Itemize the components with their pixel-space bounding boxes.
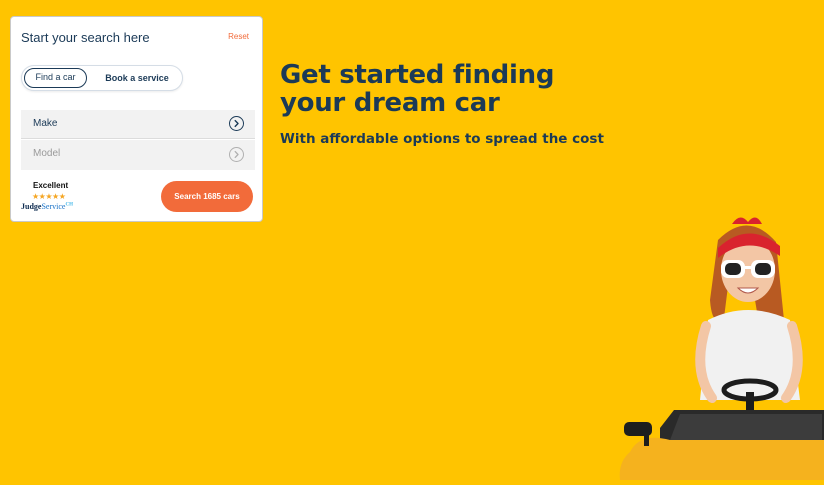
chevron-right-icon bbox=[229, 147, 244, 162]
judgeservice-logo: JudgeServiceCH bbox=[21, 202, 73, 211]
model-label: Model bbox=[33, 148, 61, 159]
hero-subtitle: With affordable options to spread the co… bbox=[280, 131, 604, 147]
girl-in-toy-car-image bbox=[619, 217, 824, 480]
hero-title-line1: Get started finding bbox=[280, 60, 555, 90]
tab-find-a-car[interactable]: Find a car bbox=[24, 68, 87, 88]
brand-part1: Judge bbox=[21, 202, 42, 211]
search-card: Start your search here Reset Find a car … bbox=[10, 16, 263, 222]
hero-title-line2: your dream car bbox=[280, 88, 500, 118]
chevron-right-icon bbox=[229, 116, 244, 131]
rating-word: Excellent bbox=[33, 181, 69, 190]
brand-part2: Service bbox=[41, 202, 66, 211]
reset-link[interactable]: Reset bbox=[228, 32, 249, 41]
search-cars-button[interactable]: Search 1685 cars bbox=[161, 181, 253, 212]
hero-illustration bbox=[600, 200, 824, 480]
card-title: Start your search here bbox=[21, 30, 150, 45]
rating-badge[interactable]: Excellent ★★★★★ JudgeServiceCH bbox=[21, 181, 96, 215]
star-rating-icon: ★★★★★ bbox=[32, 192, 66, 201]
tab-book-a-service[interactable]: Book a service bbox=[94, 68, 180, 88]
make-label: Make bbox=[33, 118, 58, 129]
brand-suffix: CH bbox=[65, 202, 73, 208]
model-select[interactable]: Model bbox=[21, 140, 255, 170]
hero-title: Get started finding your dream car bbox=[280, 61, 600, 117]
make-select[interactable]: Make bbox=[21, 110, 255, 139]
search-mode-toggle: Find a car Book a service bbox=[21, 65, 183, 91]
card-header: Start your search here Reset bbox=[21, 30, 249, 46]
